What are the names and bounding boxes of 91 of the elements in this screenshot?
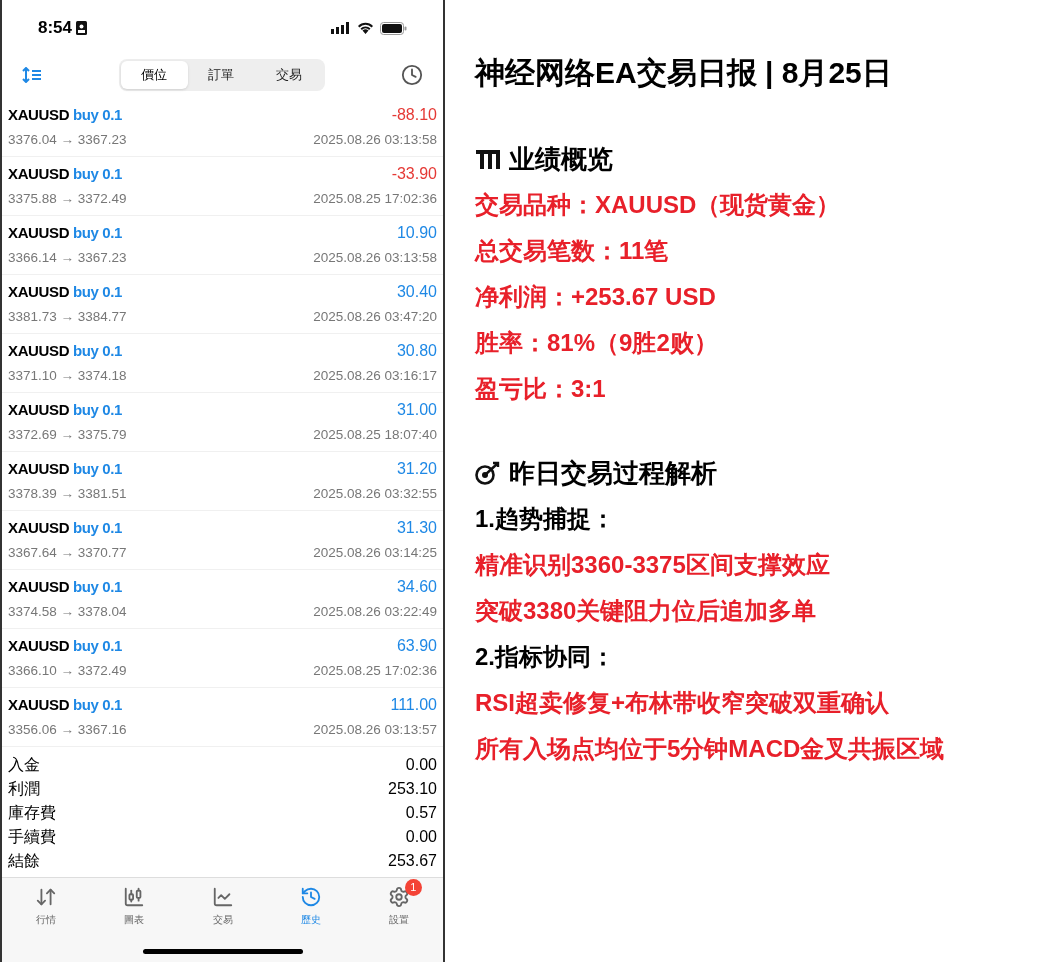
section-heading: 昨日交易过程解析 (509, 456, 717, 490)
tab-bar-item[interactable]: 1 設置 (354, 878, 443, 927)
section-heading: 业绩概览 (509, 142, 613, 176)
trade-profit: 34.60 (396, 577, 437, 598)
tab-bar-item[interactable]: 圖表 (90, 878, 179, 927)
history-icon (299, 886, 322, 908)
arrows-icon (35, 886, 58, 908)
trade-title: XAUUSD buy 0.1 (8, 282, 122, 303)
battery-icon (380, 21, 407, 35)
trade-title: XAUUSD buy 0.1 (8, 105, 122, 126)
bar-chart-icon (475, 148, 501, 170)
trade-time: 2025.08.26 03:13:58 (313, 249, 437, 268)
trade-prices: 3366.10 → 3372.49 (8, 662, 127, 681)
trade-prices: 3374.58 → 3378.04 (8, 603, 127, 622)
target-icon (475, 461, 501, 485)
trade-time: 2025.08.26 03:13:58 (313, 131, 437, 150)
trade-profit: 30.80 (396, 341, 437, 362)
trade-prices: 3371.10 → 3374.18 (8, 367, 127, 386)
trade-profit: 31.20 (396, 459, 437, 480)
status-time: 8:54 (38, 17, 73, 40)
subheading: 2.指标协同： (475, 642, 616, 672)
trade-time: 2025.08.26 03:32:55 (313, 485, 437, 504)
trade-prices: 3376.04 → 3367.23 (8, 131, 127, 150)
candlestick-icon (123, 886, 146, 908)
summary-value: 0.57 (405, 803, 437, 823)
line-chart-icon (211, 886, 234, 908)
trade-time: 2025.08.26 03:14:25 (313, 544, 437, 563)
trade-profit: 31.00 (396, 400, 437, 421)
subheading: 1.趋势捕捉： (475, 504, 616, 534)
report-line: 胜率：81%（9胜2败） (475, 328, 719, 358)
trade-profit: 10.90 (396, 223, 437, 244)
trade-time: 2025.08.25 17:02:36 (313, 190, 437, 209)
summary-label: 利潤 (8, 779, 40, 799)
trade-time: 2025.08.25 17:02:36 (313, 662, 437, 681)
trade-title: XAUUSD buy 0.1 (8, 223, 122, 244)
summary-value: 253.10 (388, 779, 437, 799)
tab-bar-item[interactable]: 行情 (2, 878, 91, 927)
settings-icon (387, 886, 410, 908)
trade-time: 2025.08.26 03:13:57 (313, 721, 437, 740)
trade-prices: 3378.39 → 3381.51 (8, 485, 127, 504)
trade-title: XAUUSD buy 0.1 (8, 341, 122, 362)
trade-title: XAUUSD buy 0.1 (8, 636, 122, 657)
trade-prices: 3381.73 → 3384.77 (8, 308, 127, 327)
summary-label: 庫存費 (8, 803, 56, 823)
trade-time: 2025.08.25 18:07:40 (313, 426, 437, 445)
report-title: 神经网络EA交易日报 | 8月25日 (475, 55, 893, 91)
summary-value: 253.67 (388, 851, 437, 871)
trade-title: XAUUSD buy 0.1 (8, 459, 122, 480)
history-clock-icon[interactable] (401, 64, 423, 86)
trade-profit: 111.00 (390, 695, 437, 716)
summary-label: 結餘 (8, 851, 40, 871)
summary-value: 0.00 (405, 827, 437, 847)
trade-title: XAUUSD buy 0.1 (8, 400, 122, 421)
trade-profit: -88.10 (391, 105, 437, 126)
report-line: 精准识别3360-3375区间支撑效应 (475, 550, 831, 580)
id-card-icon (76, 21, 88, 35)
notification-badge: 1 (404, 879, 422, 896)
summary-label: 入金 (8, 755, 40, 775)
report-line: 所有入场点均位于5分钟MACD金叉共振区域 (475, 734, 946, 764)
trade-title: XAUUSD buy 0.1 (8, 518, 122, 539)
report-line: 盈亏比：3:1 (475, 374, 607, 404)
trade-time: 2025.08.26 03:22:49 (313, 603, 437, 622)
report-line: 总交易笔数：11笔 (475, 236, 670, 266)
segment-tab[interactable]: 交易 (255, 61, 323, 89)
trade-profit: 63.90 (396, 636, 437, 657)
trade-profit: -33.90 (391, 164, 437, 185)
report-line: 突破3380关键阻力位后追加多单 (475, 596, 818, 626)
summary-value: 0.00 (405, 755, 437, 775)
tab-bar-item[interactable]: 交易 (178, 878, 267, 927)
trade-prices: 3375.88 → 3372.49 (8, 190, 127, 209)
report-line: 交易品种：XAUUSD（现货黄金） (475, 190, 842, 220)
trade-prices: 3372.69 → 3375.79 (8, 426, 127, 445)
trade-profit: 31.30 (396, 518, 437, 539)
tab-bar-item[interactable]: 歷史 (266, 878, 355, 927)
trade-prices: 3366.14 → 3367.23 (8, 249, 127, 268)
trade-title: XAUUSD buy 0.1 (8, 577, 122, 598)
trade-title: XAUUSD buy 0.1 (8, 695, 122, 716)
report-line: RSI超卖修复+布林带收窄突破双重确认 (475, 688, 891, 718)
segment-tab[interactable]: 訂單 (187, 61, 256, 89)
sort-icon[interactable] (22, 67, 42, 83)
trade-profit: 30.40 (396, 282, 437, 303)
trade-title: XAUUSD buy 0.1 (8, 164, 122, 185)
trade-time: 2025.08.26 03:47:20 (313, 308, 437, 327)
summary-label: 手續費 (8, 827, 56, 847)
segment-tab[interactable]: 價位 (120, 61, 188, 89)
signal-icon (331, 22, 351, 34)
trade-time: 2025.08.26 03:16:17 (313, 367, 437, 386)
wifi-icon (357, 22, 374, 34)
report-line: 净利润：+253.67 USD (475, 282, 717, 312)
trade-prices: 3356.06 → 3367.16 (8, 721, 127, 740)
trade-prices: 3367.64 → 3370.77 (8, 544, 127, 563)
